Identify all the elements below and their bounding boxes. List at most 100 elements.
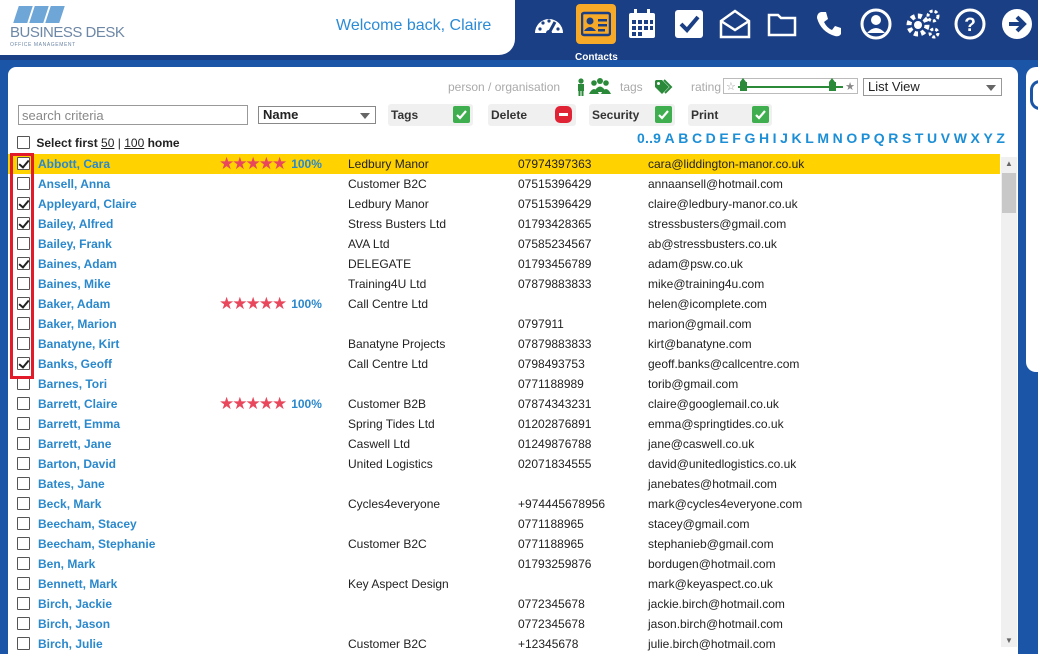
table-row[interactable]: Baker, Adam ★★★★★ 100% Call Centre Ltd helen… [8, 294, 1000, 314]
alpha-letter-u[interactable]: U [927, 130, 937, 146]
contact-email[interactable]: julie.birch@hotmail.com [648, 637, 776, 651]
table-row[interactable]: Birch, Jason 0772345678 jason.birch@hotmai… [8, 614, 1000, 634]
row-checkbox[interactable] [17, 517, 30, 530]
contact-email[interactable]: stephanieb@gmail.com [648, 537, 774, 551]
contact-name-link[interactable]: Bates, Jane [38, 477, 105, 491]
contact-name-link[interactable]: Barrett, Jane [38, 437, 111, 451]
folder-icon[interactable] [762, 4, 802, 44]
row-checkbox[interactable] [17, 617, 30, 630]
row-checkbox[interactable] [17, 557, 30, 570]
alpha-letter-digits[interactable]: 0..9 [637, 130, 661, 146]
contact-email[interactable]: stressbusters@gmail.com [648, 217, 786, 231]
phone-icon[interactable] [809, 4, 849, 44]
settings-icon[interactable] [903, 4, 943, 44]
contact-name-link[interactable]: Beck, Mark [38, 497, 101, 511]
contact-name-link[interactable]: Barrett, Claire [38, 397, 117, 411]
contact-email[interactable]: mark@cycles4everyone.com [648, 497, 802, 511]
contact-name-link[interactable]: Beecham, Stacey [38, 517, 137, 531]
contact-email[interactable]: claire@googlemail.co.uk [648, 397, 779, 411]
contacts-icon[interactable] [576, 4, 616, 44]
row-checkbox[interactable] [17, 417, 30, 430]
contact-name-link[interactable]: Bennett, Mark [38, 577, 117, 591]
contact-name-link[interactable]: Birch, Julie [38, 637, 103, 651]
table-row[interactable]: Baines, Mike Training4U Ltd 07879883833 mik… [8, 274, 1000, 294]
alpha-letter-p[interactable]: P [861, 130, 871, 146]
calendar-icon[interactable] [622, 4, 662, 44]
row-checkbox[interactable] [17, 637, 30, 650]
business-desk-logo[interactable]: BUSINESS DESK OFFICE MANAGEMENT [10, 6, 125, 48]
row-checkbox[interactable] [17, 597, 30, 610]
contact-name-link[interactable]: Bailey, Alfred [38, 217, 113, 231]
home-link[interactable]: home [148, 136, 180, 150]
table-row[interactable]: Barrett, Claire ★★★★★ 100% Customer B2B 0787… [8, 394, 1000, 414]
logout-icon[interactable] [997, 4, 1037, 44]
alpha-letter-f[interactable]: F [732, 130, 741, 146]
table-row[interactable]: Beecham, Stacey 0771188965 stacey@gmail.co… [8, 514, 1000, 534]
contact-email[interactable]: cara@liddington-manor.co.uk [648, 157, 804, 171]
table-row[interactable]: Banatyne, Kirt Banatyne Projects 078798838… [8, 334, 1000, 354]
contact-name-link[interactable]: Baines, Mike [38, 277, 111, 291]
alpha-letter-j[interactable]: J [780, 130, 788, 146]
contact-name-link[interactable]: Baines, Adam [38, 257, 117, 271]
table-row[interactable]: Ben, Mark 01793259876 bordugen@hotmail.com [8, 554, 1000, 574]
contact-email[interactable]: stacey@gmail.com [648, 517, 750, 531]
sort-field-select[interactable]: Name [258, 106, 376, 124]
tags-action-button[interactable]: Tags [388, 104, 473, 126]
alpha-letter-i[interactable]: I [773, 130, 777, 146]
search-input[interactable] [18, 105, 248, 125]
contact-email[interactable]: annaansell@hotmail.com [648, 177, 783, 191]
alpha-letter-b[interactable]: B [678, 130, 688, 146]
table-row[interactable]: Birch, Jackie 0772345678 jackie.birch@hotm… [8, 594, 1000, 614]
contact-email[interactable]: claire@ledbury-manor.co.uk [648, 197, 798, 211]
person-filter-icon[interactable] [576, 78, 586, 99]
table-row[interactable]: Bailey, Alfred Stress Busters Ltd 01793428… [8, 214, 1000, 234]
table-row[interactable]: Barrett, Jane Caswell Ltd 01249876788 jane@… [8, 434, 1000, 454]
contact-email[interactable]: helen@icomplete.com [648, 297, 767, 311]
alpha-letter-c[interactable]: C [692, 130, 702, 146]
scrollbar-thumb[interactable] [1002, 173, 1016, 213]
contact-name-link[interactable]: Appleyard, Claire [38, 197, 137, 211]
contact-name-link[interactable]: Baker, Adam [38, 297, 110, 311]
tag-icon[interactable] [655, 79, 675, 98]
table-row[interactable]: Barton, David United Logistics 02071834555… [8, 454, 1000, 474]
table-row[interactable]: Barnes, Tori 0771188989 torib@gmail.com [8, 374, 1000, 394]
contact-email[interactable]: marion@gmail.com [648, 317, 752, 331]
user-icon[interactable] [856, 4, 896, 44]
contact-name-link[interactable]: Beecham, Stephanie [38, 537, 155, 551]
rating-range-slider[interactable]: ☆ ★ [723, 78, 858, 94]
print-action-button[interactable]: Print [688, 104, 772, 126]
table-row[interactable]: Beck, Mark Cycles4everyone +974445678956 ma… [8, 494, 1000, 514]
contact-email[interactable]: bordugen@hotmail.com [648, 557, 776, 571]
alpha-letter-g[interactable]: G [744, 130, 755, 146]
contact-name-link[interactable]: Barton, David [38, 457, 116, 471]
delete-action-button[interactable]: Delete [488, 104, 576, 126]
table-row[interactable]: Banks, Geoff Call Centre Ltd 0798493753 geo… [8, 354, 1000, 374]
table-row[interactable]: Bennett, Mark Key Aspect Design mark@keyas… [8, 574, 1000, 594]
table-row[interactable]: Beecham, Stephanie Customer B2C 0771188965… [8, 534, 1000, 554]
contact-email[interactable]: mark@keyaspect.co.uk [648, 577, 773, 591]
contact-email[interactable]: geoff.banks@callcentre.com [648, 357, 799, 371]
contact-name-link[interactable]: Birch, Jackie [38, 597, 112, 611]
contact-name-link[interactable]: Banks, Geoff [38, 357, 112, 371]
contact-name-link[interactable]: Ben, Mark [38, 557, 95, 571]
contact-email[interactable]: jackie.birch@hotmail.com [648, 597, 785, 611]
alpha-letter-e[interactable]: E [719, 130, 729, 146]
alpha-letter-w[interactable]: W [954, 130, 967, 146]
table-row[interactable]: Barrett, Emma Spring Tides Ltd 01202876891… [8, 414, 1000, 434]
alpha-letter-k[interactable]: K [792, 130, 802, 146]
alpha-letter-y[interactable]: Y [983, 130, 993, 146]
contact-name-link[interactable]: Barnes, Tori [38, 377, 107, 391]
row-checkbox[interactable] [17, 577, 30, 590]
contact-email[interactable]: ab@stressbusters.co.uk [648, 237, 777, 251]
alpha-letter-d[interactable]: D [706, 130, 716, 146]
alpha-letter-x[interactable]: X [971, 130, 981, 146]
row-checkbox[interactable] [17, 497, 30, 510]
alpha-letter-m[interactable]: M [817, 130, 829, 146]
contact-name-link[interactable]: Birch, Jason [38, 617, 110, 631]
row-checkbox[interactable] [17, 457, 30, 470]
row-checkbox[interactable] [17, 537, 30, 550]
contact-email[interactable]: adam@psw.co.uk [648, 257, 743, 271]
table-row[interactable]: Baines, Adam DELEGATE 01793456789 adam@psw.… [8, 254, 1000, 274]
select-all-checkbox[interactable] [17, 136, 30, 149]
mail-icon[interactable] [715, 4, 755, 44]
